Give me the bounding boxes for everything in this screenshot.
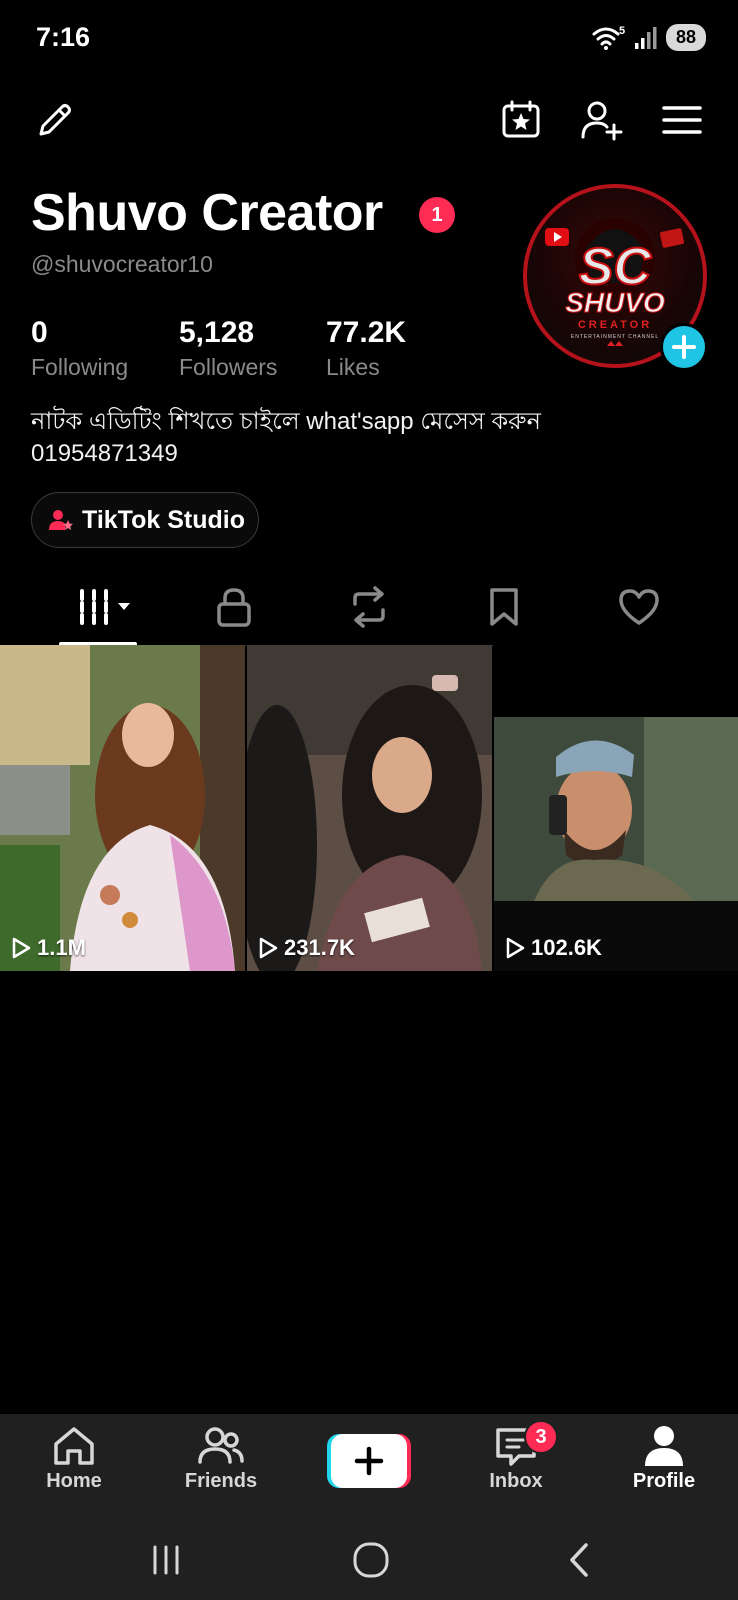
tab-favorites[interactable] [474,582,534,632]
stat-label: Likes [326,354,380,380]
video-grid: 1.1M 231.7K 102.6K [0,645,738,971]
system-navigation-bar [0,1518,738,1600]
create-post-button[interactable] [327,1434,411,1488]
studio-person-icon [48,507,74,533]
video-view-count: 1.1M [10,935,86,961]
tab-private[interactable] [204,582,264,632]
play-icon [259,937,278,959]
back-icon[interactable] [554,1540,604,1580]
menu-icon[interactable] [658,96,706,144]
video-view-count: 102.6K [504,935,602,961]
profile-top-bar [0,90,738,150]
tab-liked[interactable] [609,582,669,632]
profile-name: Shuvo Creator [31,184,383,242]
play-icon [12,937,31,959]
studio-button-label: TikTok Studio [82,505,245,534]
view-count-text: 231.7K [284,935,355,960]
signal-icon [634,26,658,50]
bookmark-icon [487,586,521,628]
tiktok-studio-button[interactable]: TikTok Studio [31,492,259,548]
wifi-band-label: 5 [619,25,625,37]
nav-friends-label: Friends [184,1470,258,1492]
view-count-text: 102.6K [531,935,602,960]
stat-label: Followers [179,354,278,380]
add-story-plus-button[interactable] [660,323,708,371]
nav-profile[interactable]: Profile [609,1424,719,1493]
video-thumbnail[interactable]: 102.6K [494,645,738,971]
status-icons: 5 88 [592,24,706,51]
stat-value: 0 [31,316,48,349]
profile-bio: নাটক এডিটিং শিখতে চাইলে what'sapp মেসেস … [31,406,691,470]
bio-phone: 01954871349 [31,440,178,467]
video-thumbnail-image [0,645,245,971]
video-thumbnail[interactable]: 231.7K [247,645,492,971]
stat-label: Following [31,354,129,380]
status-bar: 7:16 5 88 [0,0,738,80]
stat-followers[interactable]: 5,128 Followers [179,316,277,381]
stat-likes[interactable]: 77.2K Likes [326,316,406,381]
heart-icon [617,587,661,627]
video-thumbnail-image [247,645,492,971]
nav-friends[interactable]: Friends [166,1424,276,1493]
play-icon [506,937,525,959]
creator-calendar-star-icon[interactable] [497,96,545,144]
profile-person-icon [645,1426,683,1466]
home-icon [54,1427,94,1465]
nav-home-label: Home [46,1470,102,1492]
friends-icon [198,1427,244,1464]
repost-icon [347,586,391,628]
nav-home[interactable]: Home [19,1424,129,1493]
bottom-nav: Home Friends Inbox 3 Profile [0,1414,738,1518]
nav-inbox-label: Inbox [489,1470,543,1492]
avatar-logo-subtitle: CREATOR [578,319,652,331]
add-friend-icon[interactable] [577,96,625,144]
tab-videos[interactable] [73,582,139,632]
create-plus-icon [327,1434,411,1488]
tab-reposts[interactable] [339,582,399,632]
bio-line: নাটক এডিটিং শিখতে চাইলে what'sapp মেসেস … [31,408,541,435]
username: @shuvocreator10 [31,251,213,277]
view-count-text: 1.1M [37,935,86,960]
avatar-logo-name: SHUVO [565,287,665,318]
battery-indicator: 88 [665,24,706,51]
home-button-icon[interactable] [346,1540,396,1580]
video-view-count: 231.7K [257,935,355,961]
stat-value: 77.2K [326,316,407,349]
avatar-logo-tagline: ENTERTAINMENT CHANNEL [571,334,659,340]
stat-following[interactable]: 0 Following [31,316,128,381]
profile-notification-badge[interactable]: 1 [419,197,455,233]
video-thumbnail[interactable]: 1.1M [0,645,245,971]
lock-icon [215,586,253,628]
content-tabs [0,570,738,646]
status-time: 7:16 [36,22,91,52]
videos-grid-icon [76,587,136,627]
recent-apps-icon[interactable] [141,1540,191,1580]
stat-value: 5,128 [179,316,255,349]
nav-profile-label: Profile [632,1470,696,1492]
wifi-icon: 5 [592,25,626,51]
video-thumbnail-image [494,645,738,971]
inbox-unread-badge: 3 [524,1420,558,1454]
edit-profile-pencil-icon[interactable] [31,96,79,144]
